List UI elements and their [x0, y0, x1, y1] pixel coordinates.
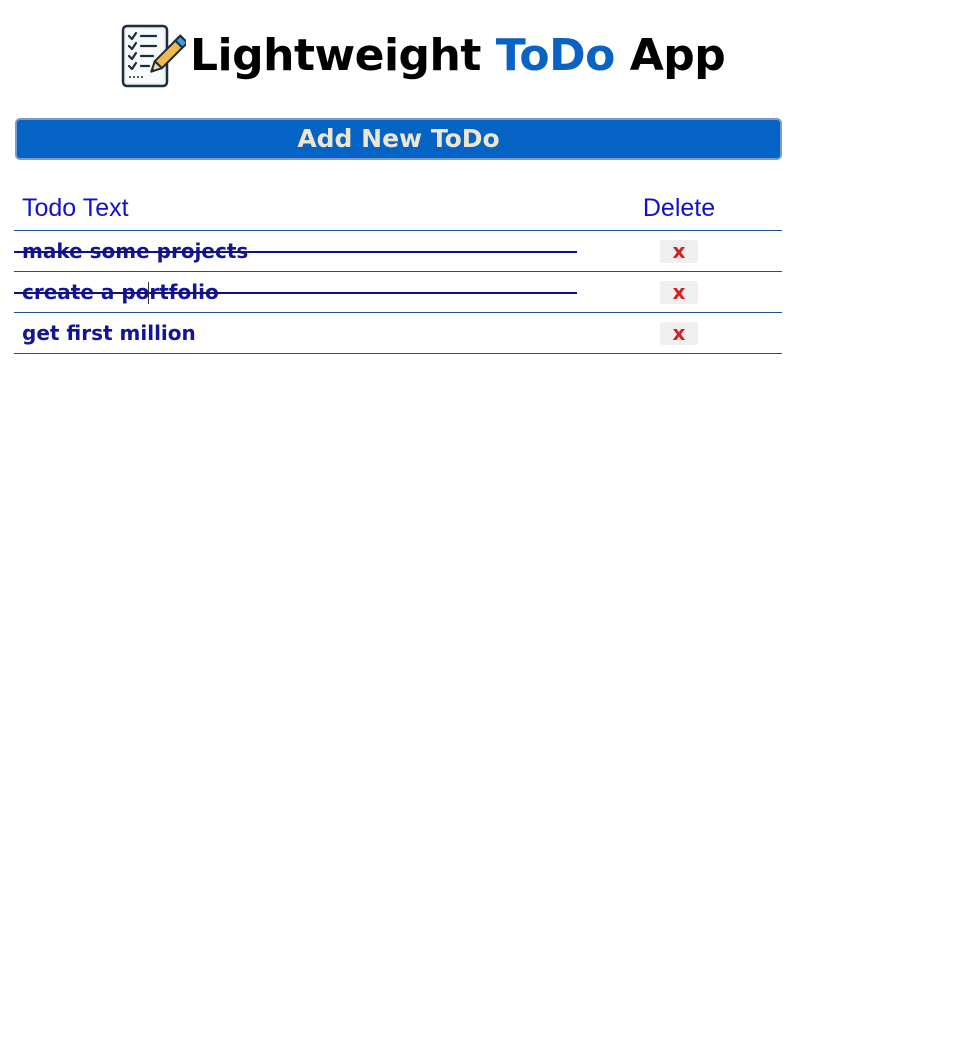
checklist-pencil-icon [121, 24, 186, 88]
todo-text-cell[interactable]: create a portfolio [14, 271, 577, 313]
app-title: Lightweight ToDo App [190, 22, 726, 90]
text-cursor [148, 282, 149, 304]
app-header: Lightweight ToDo App [120, 22, 726, 90]
delete-button[interactable]: x [660, 280, 698, 304]
add-new-todo-button[interactable]: Add New ToDo [15, 118, 782, 160]
completed-strikethrough [14, 251, 577, 253]
todo-text[interactable]: get first million [22, 321, 196, 345]
todo-table: Todo Text Delete make some projects x cr… [14, 186, 782, 354]
completed-strikethrough [14, 292, 577, 294]
column-header-todo-text: Todo Text [14, 186, 576, 231]
delete-button[interactable]: x [660, 321, 698, 345]
table-row: create a portfolio x [14, 271, 782, 313]
delete-cell: x [576, 230, 782, 272]
table-header-row: Todo Text Delete [14, 186, 782, 231]
todo-text-cell[interactable]: make some projects [14, 230, 577, 272]
delete-cell: x [576, 312, 782, 354]
table-row: make some projects x [14, 230, 782, 272]
title-text-part1: Lightweight [190, 30, 496, 81]
delete-button[interactable]: x [660, 239, 698, 263]
column-header-delete: Delete [576, 186, 782, 231]
delete-cell: x [576, 271, 782, 313]
title-text-part2: App [614, 30, 726, 81]
todo-text-cell[interactable]: get first million [14, 312, 576, 354]
table-row: get first million x [14, 312, 782, 354]
todo-app: Lightweight ToDo App Add New ToDo Todo T… [0, 0, 960, 1040]
title-text-accent: ToDo [495, 30, 616, 81]
